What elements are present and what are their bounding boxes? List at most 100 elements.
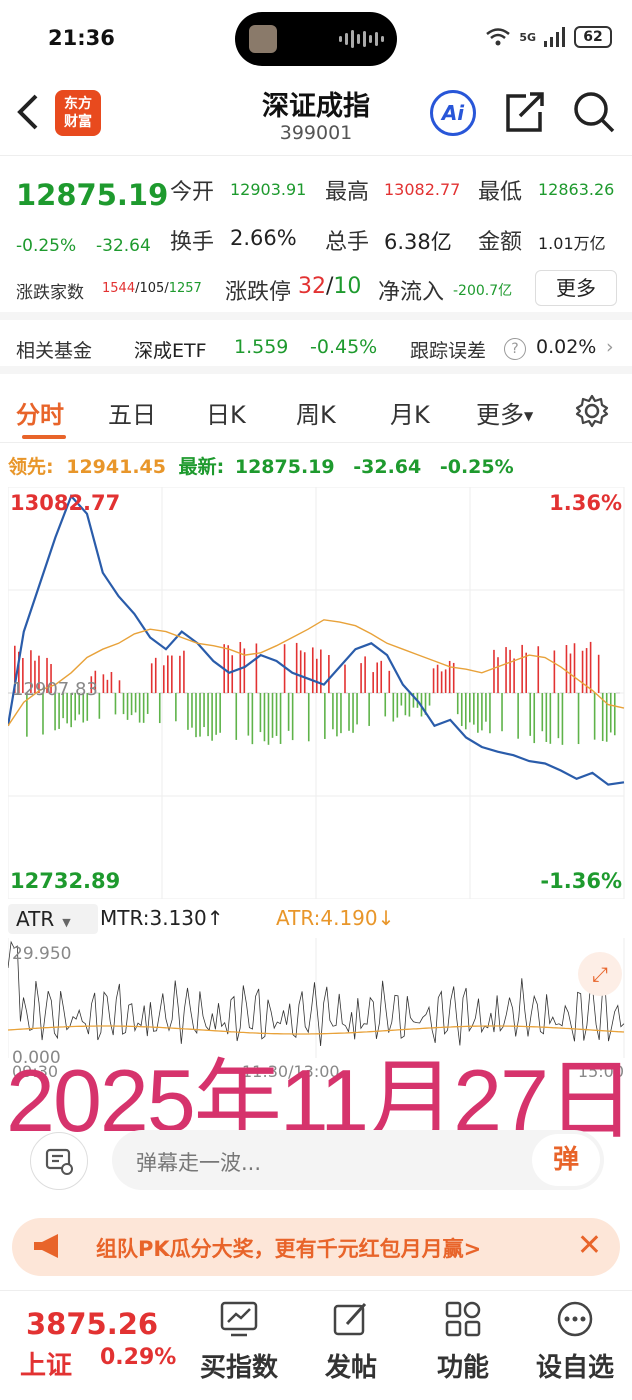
down-bar: [541, 693, 544, 732]
megaphone-icon: [30, 1232, 66, 1266]
down-bar: [146, 693, 149, 714]
down-bar: [332, 693, 334, 730]
down-bar: [485, 693, 487, 722]
search-button[interactable]: [572, 90, 616, 138]
more-dots-icon: [557, 1301, 593, 1337]
down-bar: [235, 693, 238, 740]
up-bar: [565, 645, 568, 693]
tab-weekly-k[interactable]: 周K: [296, 395, 336, 430]
up-bar: [380, 660, 383, 693]
up-bar: [231, 655, 234, 693]
up-bar: [167, 655, 169, 693]
more-button[interactable]: 更多: [535, 270, 617, 306]
indicator-selector[interactable]: ATR ▼: [8, 904, 98, 934]
down-bar: [271, 693, 274, 738]
down-bar: [191, 693, 193, 728]
down-bar: [408, 693, 411, 717]
low-label: 最低: [478, 180, 523, 205]
buy-index-button[interactable]: 买指数: [184, 1297, 294, 1384]
dropdown-icon: ▼: [62, 916, 71, 929]
down-bar: [122, 693, 125, 715]
down-bar: [142, 693, 145, 723]
down-bar: [404, 693, 407, 716]
high-label: 最高: [325, 180, 370, 205]
down-bar: [384, 693, 387, 717]
inflow-value: -200.7亿: [453, 283, 513, 299]
up-bar: [573, 643, 576, 693]
dropdown-icon: ▼: [524, 409, 534, 423]
down-bar: [251, 693, 254, 745]
tracking-error-value: 0.02%: [536, 336, 597, 358]
related-fund-row[interactable]: 相关基金 深成ETF 1.559 -0.45% 跟踪误差 ? 0.02% ›: [0, 326, 632, 374]
danmu-toggle-button[interactable]: 弹: [532, 1134, 600, 1186]
post-button[interactable]: 发帖: [296, 1297, 406, 1384]
add-watchlist-button[interactable]: 设自选: [520, 1297, 630, 1384]
down-bar: [609, 693, 612, 733]
up-bar: [255, 643, 258, 693]
up-bar: [537, 646, 540, 693]
functions-button[interactable]: 功能: [408, 1297, 518, 1384]
up-bar: [150, 663, 153, 693]
up-bar: [525, 652, 527, 693]
close-icon[interactable]: ✕: [577, 1228, 602, 1263]
comment-bar: 弹幕走一波... 弹: [0, 1124, 632, 1194]
breadth-down: 1257: [168, 281, 202, 296]
down-bar: [307, 693, 310, 742]
status-bar: 21:36 5G 62: [0, 0, 632, 78]
gear-icon: [575, 394, 609, 428]
help-icon[interactable]: ?: [504, 338, 526, 360]
tab-monthly-k[interactable]: 月K: [390, 395, 430, 430]
up-bar: [179, 655, 181, 693]
up-bar: [295, 642, 298, 693]
comment-list-button[interactable]: [30, 1132, 88, 1190]
lead-label: 领先:: [8, 456, 54, 478]
change-percent: -0.25%: [16, 236, 77, 256]
latest-label: 最新:: [178, 456, 225, 478]
up-bar: [110, 672, 113, 693]
audio-wave-icon: [339, 28, 384, 50]
ai-button[interactable]: Ai: [430, 90, 476, 136]
intraday-chart[interactable]: 13082.77 1.36% 12907.83 12732.89 -1.36%: [8, 487, 632, 899]
breadth-flat: 105: [139, 281, 165, 296]
share-button[interactable]: [504, 90, 546, 138]
up-bar: [328, 655, 330, 693]
high-value: 13082.77: [384, 180, 461, 199]
wifi-icon: [486, 28, 511, 46]
danmu-placeholder: 弹幕走一波...: [136, 1151, 262, 1175]
down-bar: [469, 693, 471, 723]
down-bar: [392, 693, 395, 722]
change-amount: -32.64: [96, 236, 151, 256]
post-label: 发帖: [324, 1353, 377, 1383]
low-value: 12863.26: [538, 180, 615, 199]
up-bar: [388, 670, 391, 693]
down-bar: [605, 693, 608, 742]
down-bar: [368, 693, 370, 726]
limit-values: 32/10: [298, 274, 361, 299]
up-bar: [311, 647, 314, 693]
latest-value: 12875.19: [234, 456, 335, 478]
breadth-values: 1544/105/1257: [102, 281, 202, 296]
down-bar: [529, 693, 532, 736]
down-bar: [287, 693, 290, 731]
y-top-price: 13082.77: [10, 491, 121, 515]
tab-intraday[interactable]: 分时: [16, 395, 64, 430]
down-bar: [98, 693, 101, 719]
amount-value: 1.01万亿: [538, 234, 606, 253]
y-bottom-percent: -1.36%: [540, 869, 622, 893]
fund-label: 相关基金: [16, 340, 93, 362]
settings-button[interactable]: [574, 393, 610, 433]
up-bar: [553, 650, 556, 693]
sh-index-name: 上证: [20, 1351, 73, 1381]
down-bar: [211, 693, 213, 741]
down-bar: [352, 693, 354, 733]
up-bar: [432, 668, 435, 693]
danmu-input[interactable]: 弹幕走一波... 弹: [112, 1130, 604, 1190]
down-bar: [396, 693, 399, 718]
tab-five-day[interactable]: 五日: [108, 395, 156, 430]
tab-active-indicator: [22, 435, 66, 439]
tab-daily-k[interactable]: 日K: [206, 395, 246, 430]
expand-button[interactable]: ⤢: [578, 952, 622, 996]
tab-more[interactable]: 更多▼: [476, 395, 533, 430]
promo-banner[interactable]: 组队PK瓜分大奖，更有千元红包月月赢> ✕: [12, 1218, 620, 1276]
down-bar: [324, 693, 326, 739]
